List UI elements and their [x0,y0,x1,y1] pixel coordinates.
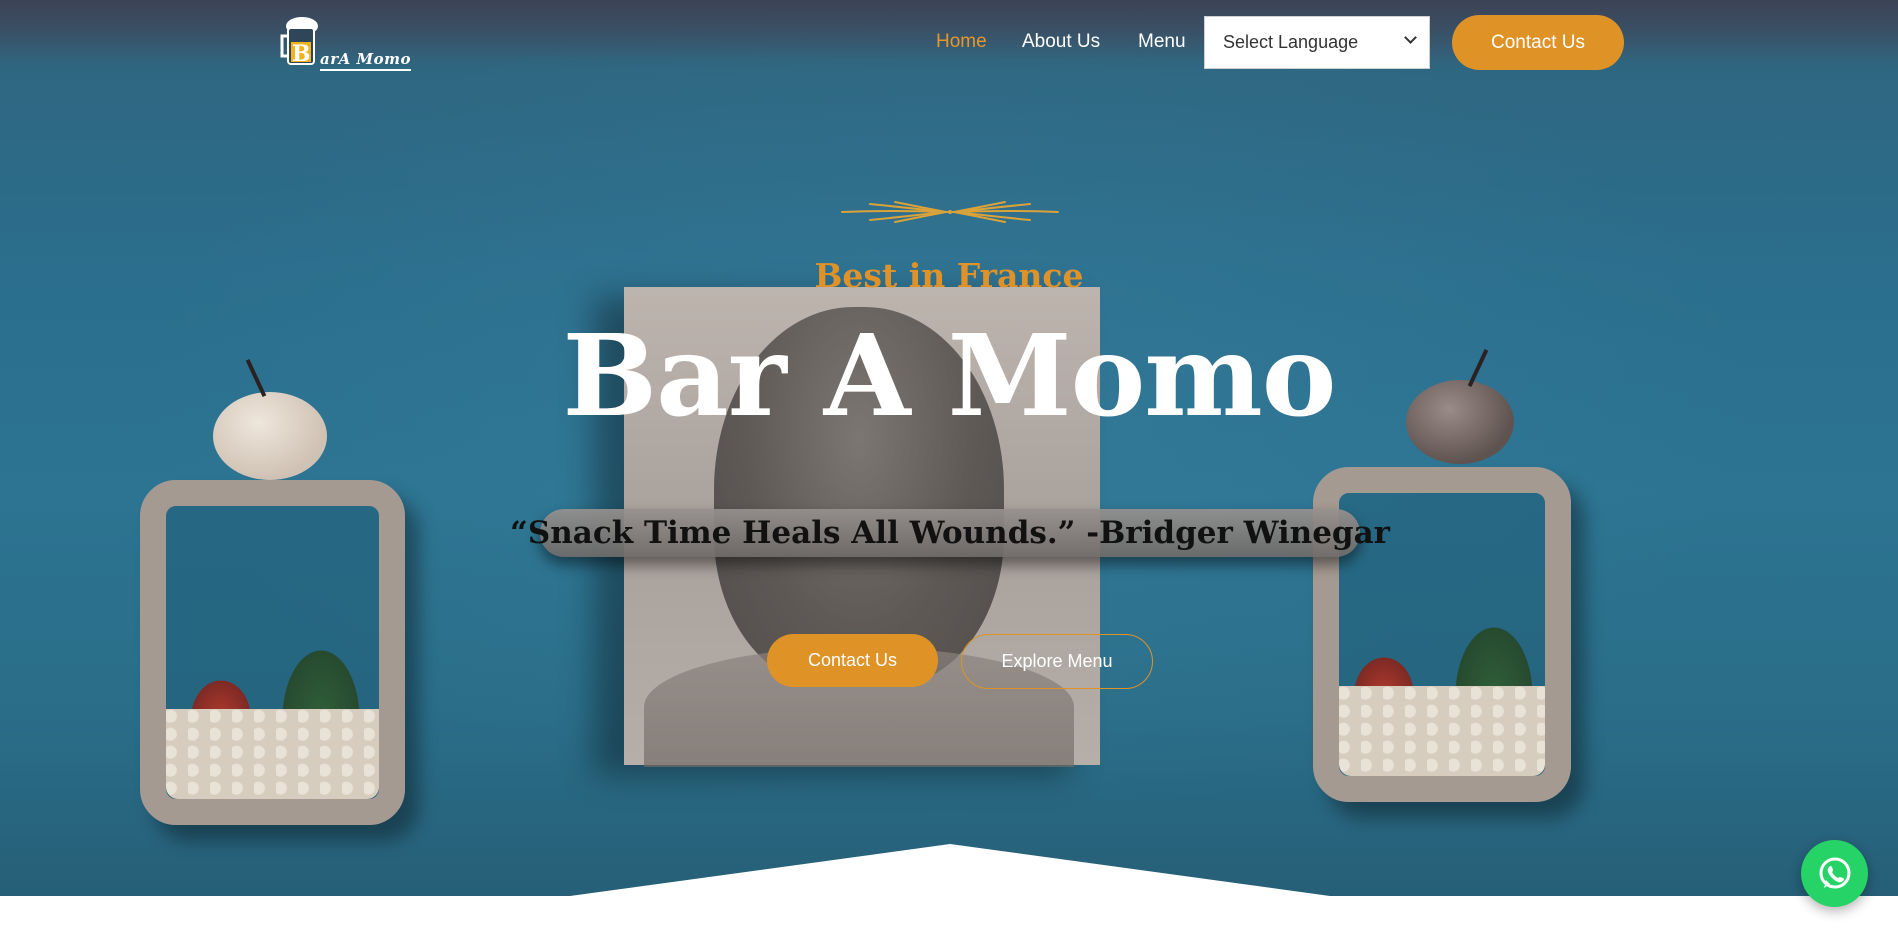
nav-about-us[interactable]: About Us [1022,31,1100,53]
hero-quote: “Snack Time Heals All Wounds.” -Bridger … [510,509,1390,557]
left-wall-shelf [140,480,405,825]
section-divider-shape [0,844,1898,935]
language-select[interactable]: Select Language [1204,16,1430,69]
whatsapp-icon [1819,857,1850,888]
nav-menu[interactable]: Menu [1138,31,1186,53]
hero-title: Bar A Momo [562,311,1336,442]
pebbles [1339,686,1545,776]
language-select-value: Select Language [1223,32,1359,52]
explore-menu-button[interactable]: Explore Menu [961,634,1153,689]
hero-tagline: Best in France [814,256,1084,295]
green-plant [1449,616,1539,696]
hero-section: B arA Momo Home About Us Menu Select Lan… [0,0,1898,896]
hero-contact-button[interactable]: Contact Us [767,634,938,687]
nav-home[interactable]: Home [936,31,987,53]
green-plant [276,639,366,719]
nav-contact-button[interactable]: Contact Us [1452,15,1624,70]
pebbles [166,709,379,799]
whatsapp-button[interactable] [1801,840,1868,907]
main-nav: Home About Us Menu Select Language Conta… [0,0,1898,86]
wheat-divider-icon [841,201,1059,223]
chevron-down-icon [1404,31,1417,44]
